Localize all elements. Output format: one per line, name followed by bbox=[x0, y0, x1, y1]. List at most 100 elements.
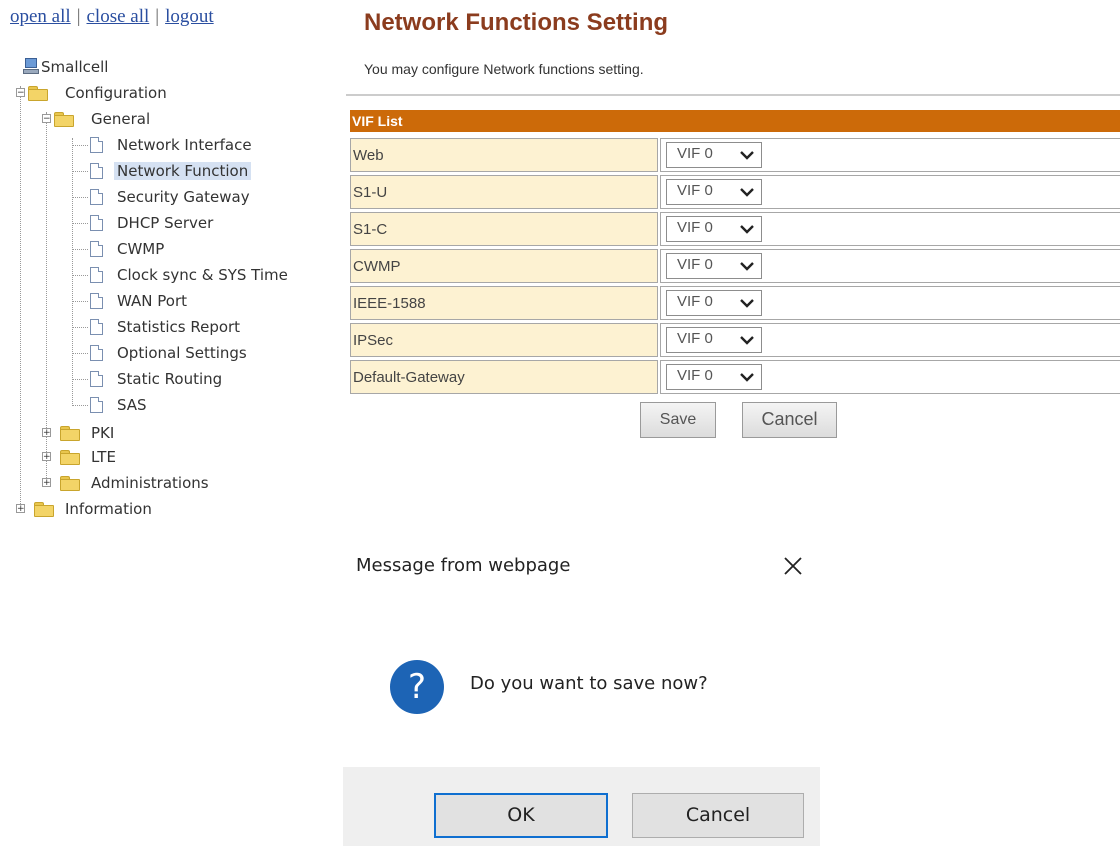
vif-select-value: VIF 0 bbox=[677, 293, 713, 310]
vif-row-ieee-1588: IEEE-1588 VIF 0 bbox=[350, 286, 1120, 320]
tree-item-network-interface[interactable]: Network Interface bbox=[72, 134, 255, 156]
folder-icon bbox=[34, 502, 54, 517]
tree-node-label: Configuration bbox=[65, 84, 167, 102]
vif-row-label: S1-C bbox=[350, 212, 658, 246]
chevron-down-icon bbox=[740, 373, 754, 382]
vif-row-value-cell: VIF 0 bbox=[660, 212, 1120, 246]
cancel-button[interactable]: Cancel bbox=[742, 402, 837, 438]
vif-select-ipsec[interactable]: VIF 0 bbox=[666, 327, 762, 353]
tree-item-wan-port[interactable]: WAN Port bbox=[72, 290, 190, 312]
tree-item-statistics-report[interactable]: Statistics Report bbox=[72, 316, 243, 338]
vif-select-ieee-1588[interactable]: VIF 0 bbox=[666, 290, 762, 316]
page-icon bbox=[90, 189, 103, 205]
dialog-message: Do you want to save now? bbox=[470, 673, 708, 694]
chevron-down-icon bbox=[740, 262, 754, 271]
open-all-link[interactable]: open all bbox=[10, 6, 71, 27]
tree-item-label: CWMP bbox=[117, 240, 165, 258]
tree-item-label: Security Gateway bbox=[117, 188, 250, 206]
tree-item-cwmp[interactable]: CWMP bbox=[72, 238, 167, 260]
tree-node-label: PKI bbox=[91, 424, 115, 442]
folder-icon bbox=[60, 450, 80, 465]
expand-icon[interactable]: + bbox=[42, 452, 51, 462]
tree-item-label: SAS bbox=[117, 396, 147, 414]
tree-top-links: open all | close all | logout bbox=[10, 6, 214, 28]
dialog-cancel-button[interactable]: Cancel bbox=[632, 793, 804, 838]
tree-item-network-function[interactable]: Network Function bbox=[72, 160, 252, 182]
vif-row-cwmp: CWMP VIF 0 bbox=[350, 249, 1120, 283]
vif-select-s1-c[interactable]: VIF 0 bbox=[666, 216, 762, 242]
tree-item-optional-settings[interactable]: Optional Settings bbox=[72, 342, 250, 364]
chevron-down-icon bbox=[740, 336, 754, 345]
chevron-down-icon bbox=[740, 299, 754, 308]
vif-row-label: IEEE-1588 bbox=[350, 286, 658, 320]
chevron-down-icon bbox=[740, 151, 754, 160]
dialog-title: Message from webpage bbox=[356, 555, 571, 576]
tree-item-label: Statistics Report bbox=[117, 318, 241, 336]
vif-select-value: VIF 0 bbox=[677, 330, 713, 347]
collapse-icon[interactable]: − bbox=[42, 114, 51, 124]
tree-item-label: Static Routing bbox=[117, 370, 223, 388]
divider bbox=[346, 94, 1120, 96]
page-icon bbox=[90, 215, 103, 231]
vif-select-value: VIF 0 bbox=[677, 219, 713, 236]
ok-button[interactable]: OK bbox=[434, 793, 608, 838]
vif-row-label: IPSec bbox=[350, 323, 658, 357]
tree-node-configuration[interactable]: − Configuration bbox=[14, 82, 170, 104]
page-icon bbox=[90, 293, 103, 309]
vif-row-default-gateway: Default-Gateway VIF 0 bbox=[350, 360, 1120, 394]
page-subtitle: You may configure Network functions sett… bbox=[364, 61, 644, 77]
vif-select-web[interactable]: VIF 0 bbox=[666, 142, 762, 168]
vif-select-cwmp[interactable]: VIF 0 bbox=[666, 253, 762, 279]
expand-icon[interactable]: + bbox=[16, 504, 25, 514]
tree-node-label: Administrations bbox=[91, 474, 209, 492]
vif-list-header: VIF List bbox=[350, 110, 1120, 132]
save-button[interactable]: Save bbox=[640, 402, 716, 438]
tree-item-label: Network Function bbox=[114, 162, 252, 180]
page-icon bbox=[90, 371, 103, 387]
page-icon bbox=[90, 137, 103, 153]
close-icon[interactable] bbox=[781, 554, 805, 578]
vif-row-value-cell: VIF 0 bbox=[660, 138, 1120, 172]
folder-open-icon bbox=[28, 86, 48, 101]
tree-item-label: DHCP Server bbox=[117, 214, 214, 232]
tree-node-label: Smallcell bbox=[41, 58, 109, 76]
vif-select-value: VIF 0 bbox=[677, 256, 713, 273]
collapse-icon[interactable]: − bbox=[16, 88, 25, 98]
page-icon bbox=[90, 163, 103, 179]
page-icon bbox=[90, 319, 103, 335]
tree-node-administrations[interactable]: + Administrations bbox=[40, 472, 212, 494]
tree-node-information[interactable]: + Information bbox=[14, 498, 155, 520]
vif-row-label: Default-Gateway bbox=[350, 360, 658, 394]
vif-select-default-gateway[interactable]: VIF 0 bbox=[666, 364, 762, 390]
expand-icon[interactable]: + bbox=[42, 478, 51, 488]
tree-item-dhcp-server[interactable]: DHCP Server bbox=[72, 212, 216, 234]
tree-node-label: Information bbox=[65, 500, 152, 518]
expand-icon[interactable]: + bbox=[42, 428, 51, 438]
tree-item-clock-sync[interactable]: Clock sync & SYS Time bbox=[72, 264, 291, 286]
page-icon bbox=[90, 267, 103, 283]
tree-node-smallcell[interactable]: Smallcell bbox=[18, 56, 111, 78]
vif-select-value: VIF 0 bbox=[677, 182, 713, 199]
tree-item-static-routing[interactable]: Static Routing bbox=[72, 368, 225, 390]
close-all-link[interactable]: close all bbox=[87, 6, 150, 27]
tree-item-label: Optional Settings bbox=[117, 344, 247, 362]
vif-row-s1-u: S1-U VIF 0 bbox=[350, 175, 1120, 209]
logout-link[interactable]: logout bbox=[165, 6, 214, 27]
tree-item-label: Clock sync & SYS Time bbox=[117, 266, 288, 284]
vif-row-label: S1-U bbox=[350, 175, 658, 209]
tree-node-general[interactable]: − General bbox=[40, 108, 153, 130]
page-title: Network Functions Setting bbox=[364, 9, 669, 36]
vif-row-value-cell: VIF 0 bbox=[660, 286, 1120, 320]
tree-node-lte[interactable]: + LTE bbox=[40, 446, 119, 468]
tree-item-label: Network Interface bbox=[117, 136, 252, 154]
chevron-down-icon bbox=[740, 188, 754, 197]
vif-select-s1-u[interactable]: VIF 0 bbox=[666, 179, 762, 205]
vif-row-s1-c: S1-C VIF 0 bbox=[350, 212, 1120, 246]
folder-icon bbox=[60, 426, 80, 441]
vif-row-web: Web VIF 0 bbox=[350, 138, 1120, 172]
tree-item-sas[interactable]: SAS bbox=[72, 394, 150, 416]
tree-item-security-gateway[interactable]: Security Gateway bbox=[72, 186, 253, 208]
vif-row-ipsec: IPSec VIF 0 bbox=[350, 323, 1120, 357]
tree-node-pki[interactable]: + PKI bbox=[40, 422, 117, 444]
vif-row-label: Web bbox=[350, 138, 658, 172]
